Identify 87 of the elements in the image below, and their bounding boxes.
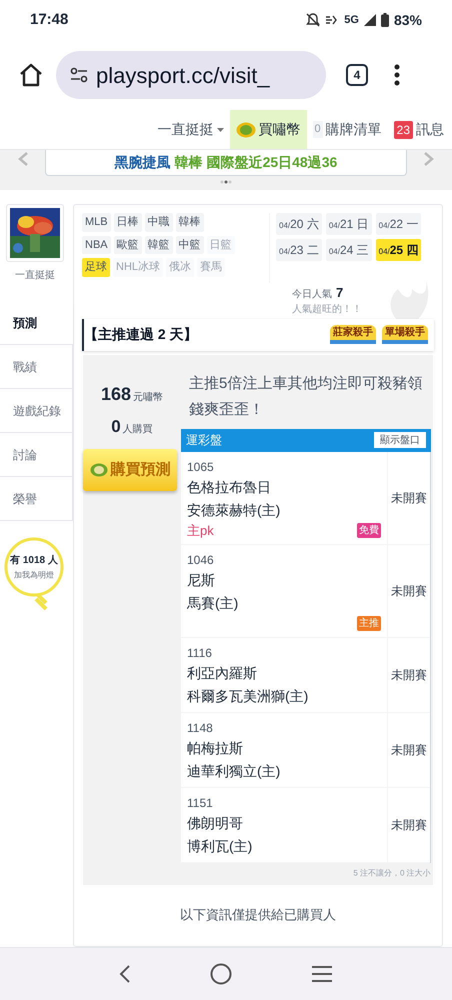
- date-tab[interactable]: 04/23 二: [276, 239, 322, 261]
- sport-tag[interactable]: 中籃: [176, 236, 204, 254]
- game-number: 1065: [187, 458, 215, 476]
- tag-badge: 主推: [357, 616, 381, 631]
- sport-tag[interactable]: 韓籃: [144, 236, 173, 254]
- popularity-note: 人氣超旺的！！: [292, 302, 362, 317]
- notice-text: 以下資訊僅提供給已購買人: [180, 906, 336, 924]
- sport-tag[interactable]: MLB: [82, 213, 111, 232]
- date-tab[interactable]: 04/25 四: [376, 239, 422, 261]
- match-status: 未開賽: [391, 582, 427, 600]
- game-number: 1116: [187, 644, 213, 662]
- tab-count-button[interactable]: 4: [346, 64, 368, 86]
- carousel-dots-icon[interactable]: [220, 180, 232, 184]
- user-name: 一直挺挺: [14, 268, 56, 283]
- team-name: 色格拉布魯日: [187, 478, 272, 496]
- sidebar-item[interactable]: 討論: [0, 433, 73, 477]
- fans-caption: 加我為明燈: [14, 570, 54, 582]
- network-label: 5G: [344, 12, 359, 28]
- buyers-unit: 人購買: [122, 422, 153, 436]
- sport-tag[interactable]: 足球: [82, 258, 110, 276]
- url-text: playsport.cc/visit_: [96, 62, 270, 90]
- sidebar-item[interactable]: 戰績: [0, 345, 73, 389]
- fans-count: 有 1018 人: [10, 554, 58, 568]
- tag-badge: 免費: [357, 523, 381, 538]
- award-badge: 莊家殺手: [330, 325, 376, 344]
- wifi-call-icon: [325, 13, 340, 27]
- pick-label: 主pk: [187, 522, 214, 540]
- headline: 【主推連過 2 天】: [84, 325, 198, 344]
- home-icon[interactable]: [18, 62, 44, 88]
- game-number: 1151: [187, 794, 214, 812]
- team-name: 尼斯: [187, 570, 216, 590]
- date-tab[interactable]: 04/22 一: [376, 213, 422, 235]
- site-settings-icon: [70, 67, 88, 83]
- status-time: 17:48: [30, 10, 68, 30]
- team-name: 帕梅拉斯: [187, 738, 244, 758]
- count-badge: 23: [394, 120, 413, 138]
- table-title: 運彩盤: [186, 432, 222, 449]
- match-status: 未開賽: [391, 742, 427, 758]
- date-tab[interactable]: 04/24 三: [326, 239, 372, 261]
- coin-icon: [90, 463, 108, 477]
- sidebar-item[interactable]: 遊戲紀錄: [0, 389, 73, 433]
- show-odds-button[interactable]: 顯示盤口: [374, 432, 426, 448]
- team-name: 馬賽(主): [187, 594, 240, 613]
- sidebar-item[interactable]: 榮譽: [0, 477, 73, 521]
- sport-tag[interactable]: 韓棒: [176, 213, 204, 232]
- more-icon[interactable]: [394, 64, 400, 86]
- sport-tag[interactable]: 中職: [144, 213, 173, 232]
- team-name: 安德萊赫特(主): [187, 500, 282, 520]
- popularity-value: 7: [336, 284, 344, 302]
- battery-level: 83%: [394, 10, 422, 30]
- popularity-label: 今日人氣: [292, 288, 332, 302]
- signal-icon: [364, 14, 376, 26]
- back-icon[interactable]: [119, 964, 132, 984]
- mute-icon: [306, 13, 320, 27]
- price-value: 168: [100, 382, 132, 406]
- game-number: 1148: [187, 720, 214, 736]
- match-status: 未開賽: [391, 816, 427, 834]
- sport-tag[interactable]: NBA: [82, 236, 111, 254]
- description-text: 主推5倍注上車其他均注即可殺豬領錢爽歪歪！: [188, 374, 424, 420]
- caret-icon: [216, 128, 224, 132]
- odds-footnote: 5 注不讓分，0 注大小: [354, 868, 431, 879]
- match-status: 未開賽: [391, 666, 427, 684]
- buyers-count: 0: [111, 416, 121, 438]
- home-button-icon[interactable]: [210, 963, 232, 985]
- date-tab[interactable]: 04/21 日: [326, 213, 372, 235]
- award-badge: 單場殺手: [382, 325, 428, 344]
- address-bar[interactable]: playsport.cc/visit_: [56, 51, 326, 99]
- sidebar-item[interactable]: 預測: [0, 301, 73, 345]
- team-name: 利亞內羅斯: [187, 664, 258, 682]
- banner-card[interactable]: 黑腕捷風 韓棒 國際盤近25日48過36: [45, 150, 407, 176]
- nav-item[interactable]: 買嘯幣: [230, 110, 307, 149]
- match-status: 未開賽: [391, 490, 427, 506]
- team-name: 科爾多瓦美洲獅(主): [187, 686, 310, 706]
- battery-icon: [380, 13, 389, 27]
- team-name: 佛朗明哥: [187, 814, 244, 832]
- date-tab[interactable]: 04/20 六: [276, 213, 322, 235]
- recent-apps-icon[interactable]: [310, 965, 333, 983]
- count-badge: 0: [312, 121, 323, 138]
- game-number: 1046: [187, 552, 215, 568]
- team-name: 博利瓦(主): [187, 836, 254, 856]
- sport-tag[interactable]: 日棒: [114, 213, 142, 232]
- coin-icon: [236, 122, 256, 138]
- banner-text: 韓棒 國際盤近25日48過36: [174, 153, 338, 172]
- sport-tag[interactable]: 歐籃: [114, 236, 142, 254]
- team-name: 迪華利獨立(主): [187, 762, 282, 781]
- price-unit: 元嘯幣: [133, 390, 164, 404]
- banner-text: 黑腕捷風: [114, 153, 171, 172]
